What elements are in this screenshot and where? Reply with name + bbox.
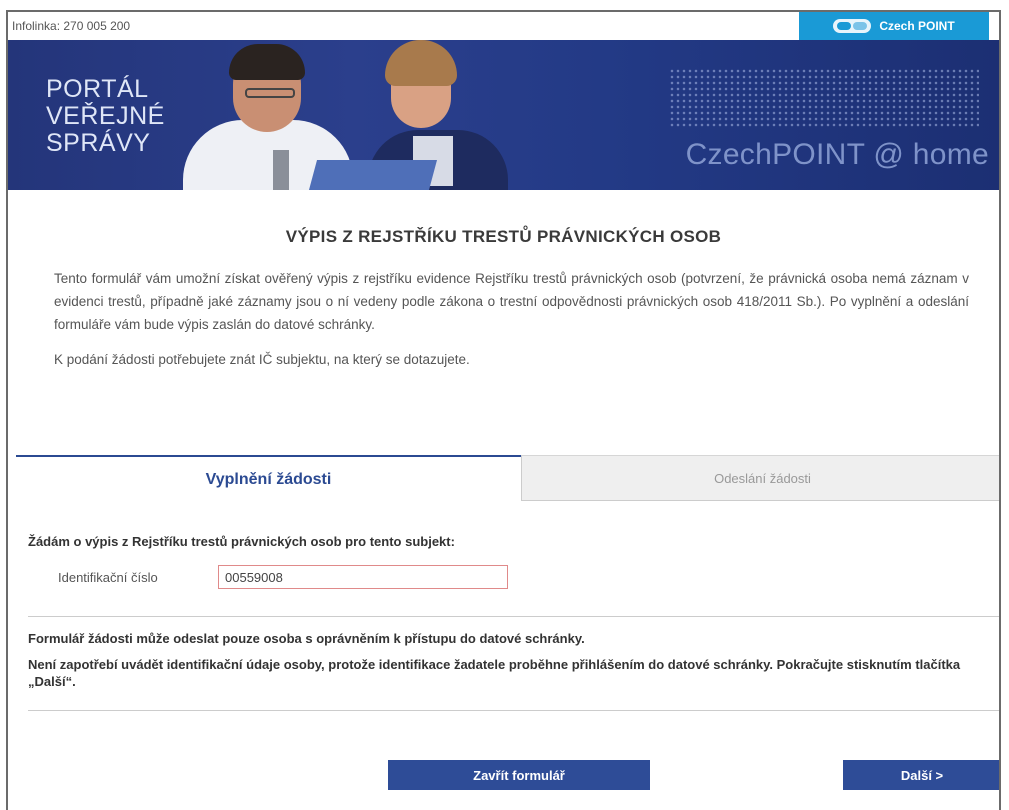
page-title: VÝPIS Z REJSTŘÍKU TRESTŮ PRÁVNICKÝCH OSO…	[285, 227, 722, 246]
portal-logo-line: PORTÁL	[46, 75, 149, 103]
main-content: VÝPIS Z REJSTŘÍKU TRESTŮ PRÁVNICKÝCH OSO…	[8, 227, 999, 367]
divider	[28, 616, 999, 617]
tab-send-request[interactable]: Odeslání žádosti	[521, 455, 999, 501]
portal-logo-line: SPRÁVY	[46, 129, 151, 157]
intro-paragraph: Tento formulář vám umožní získat ověřený…	[54, 271, 969, 332]
next-button[interactable]: Další >	[843, 760, 999, 790]
czechpoint-badge[interactable]: Czech POINT	[799, 12, 989, 40]
divider	[28, 710, 999, 711]
czechpoint-logo-icon	[833, 19, 872, 33]
header-banner: PORTÁL VEŘEJNÉ SPRÁVY CzechPOINT @ home	[8, 40, 999, 190]
ic-label: Identifikační číslo	[58, 569, 158, 585]
permission-note: Formulář žádosti může odeslat pouze osob…	[28, 631, 585, 646]
czechpoint-home-title: CzechPOINT @ home	[685, 138, 989, 171]
intro-requirement: K podání žádosti potřebujete znát IČ sub…	[54, 352, 470, 367]
tab-fill-request[interactable]: Vyplnění žádosti	[16, 455, 521, 503]
top-bar: Infolinka: 270 005 200 Czech POINT	[8, 12, 999, 40]
app-window: Infolinka: 270 005 200 Czech POINT PORTÁ…	[6, 10, 1001, 810]
portal-logo-line: VEŘEJNÉ	[46, 102, 165, 130]
ic-input[interactable]	[218, 565, 508, 589]
request-form: Žádám o výpis z Rejstříku trestů právnic…	[28, 512, 999, 711]
close-form-button[interactable]: Zavřít formulář	[388, 760, 650, 790]
identification-note: Není zapotřebí uvádět identifikační údaj…	[28, 657, 961, 689]
czechpoint-brand-label: Czech POINT	[879, 19, 955, 33]
portal-logo[interactable]: PORTÁL VEŘEJNÉ SPRÁVY	[46, 76, 165, 157]
step-tabs: Vyplnění žádosti Odeslání žádosti	[16, 455, 999, 503]
request-label: Žádám o výpis z Rejstříku trestů právnic…	[28, 534, 455, 549]
hotline-text: Infolinka: 270 005 200	[12, 19, 131, 33]
people-illustration	[173, 40, 523, 190]
ic-row: Identifikační číslo	[58, 565, 998, 589]
dot-pattern	[669, 68, 979, 128]
